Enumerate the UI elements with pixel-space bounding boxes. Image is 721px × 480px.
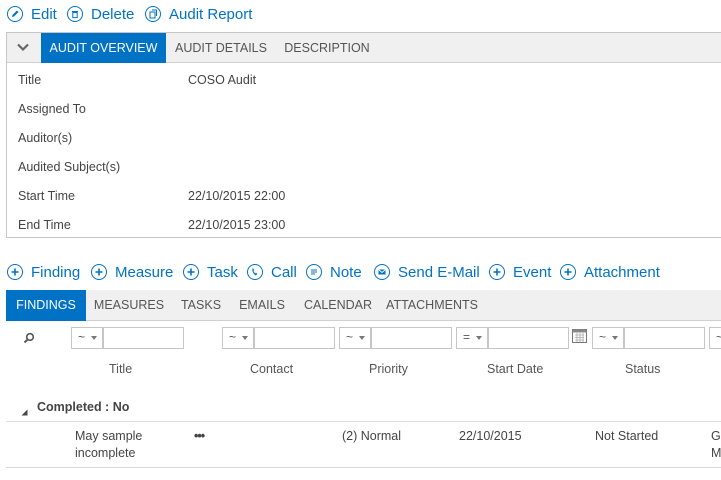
field-label-audited-subjects: Audited Subject(s) xyxy=(18,160,121,174)
filter-op-text: ~ xyxy=(599,330,607,344)
filter-op-text: ~ xyxy=(346,330,354,344)
row-menu-ellipsis-icon[interactable]: ••• xyxy=(194,429,205,443)
tab-measures[interactable]: MEASURES xyxy=(86,290,172,321)
audit-tab-bar: AUDIT OVERVIEW AUDIT DETAILS DESCRIPTION xyxy=(7,33,721,63)
status-filter-input[interactable] xyxy=(624,327,705,349)
finding-label: Finding xyxy=(31,264,81,281)
send-email-label: Send E-Mail xyxy=(398,264,480,281)
plus-icon xyxy=(560,264,576,280)
tab-findings[interactable]: FINDINGS xyxy=(6,290,86,321)
collapse-chevron-icon[interactable] xyxy=(16,40,30,59)
filter-op-text: = xyxy=(463,330,471,344)
title-filter-operator[interactable]: ~ xyxy=(71,327,103,349)
task-label: Task xyxy=(207,264,238,281)
plus-icon xyxy=(489,264,505,280)
field-label-end-time: End Time xyxy=(18,218,71,232)
dropdown-arrow-icon xyxy=(91,336,97,340)
field-label-title: Title xyxy=(18,73,42,87)
tab-attachments[interactable]: ATTACHMENTS xyxy=(382,290,482,321)
group-label: Completed : No xyxy=(37,400,130,414)
envelope-icon xyxy=(374,264,390,280)
column-header-title[interactable]: Title xyxy=(109,362,132,376)
field-value-start-time: 22/10/2015 22:00 xyxy=(188,189,286,203)
pencil-icon xyxy=(7,6,23,22)
row-divider xyxy=(6,421,721,422)
table-bottom-border xyxy=(6,467,721,468)
event-label: Event xyxy=(513,264,552,281)
status-filter-operator[interactable]: ~ xyxy=(592,327,624,349)
tab-description[interactable]: DESCRIPTION xyxy=(276,33,378,63)
calendar-icon[interactable] xyxy=(572,328,587,348)
tab-audit-details[interactable]: AUDIT DETAILS xyxy=(166,33,276,63)
dropdown-arrow-icon xyxy=(612,336,618,340)
collapse-triangle-icon xyxy=(21,403,28,421)
title-filter-input[interactable] xyxy=(103,327,184,349)
attachment-label: Attachment xyxy=(584,264,660,281)
filter-op-text: ~ xyxy=(716,330,721,344)
tab-emails[interactable]: EMAILS xyxy=(230,290,294,321)
row-status: Not Started xyxy=(595,429,659,443)
field-label-assigned-to: Assigned To xyxy=(18,102,86,116)
plus-icon xyxy=(7,264,23,280)
measure-label: Measure xyxy=(115,264,174,281)
start-date-filter-operator[interactable]: = xyxy=(456,327,488,349)
tab-calendar[interactable]: CALENDAR xyxy=(294,290,382,321)
delete-label: Delete xyxy=(91,6,135,23)
row-extra-link-2[interactable]: M xyxy=(711,446,721,460)
report-icon xyxy=(145,6,161,22)
dropdown-arrow-icon xyxy=(359,336,365,340)
column-header-contact[interactable]: Contact xyxy=(250,362,293,376)
start-date-filter-input[interactable] xyxy=(488,327,569,349)
field-label-auditors: Auditor(s) xyxy=(18,131,73,145)
column-header-start-date[interactable]: Start Date xyxy=(487,362,543,376)
field-label-start-time: Start Time xyxy=(18,189,75,203)
findings-tab-bar: FINDINGS MEASURES TASKS EMAILS CALENDAR … xyxy=(6,290,721,321)
filter-op-text: ~ xyxy=(229,330,237,344)
call-label: Call xyxy=(271,264,297,281)
row-priority: (2) Normal xyxy=(342,429,402,443)
search-icon xyxy=(23,331,35,349)
priority-filter-input[interactable] xyxy=(371,327,452,349)
row-title-line2[interactable]: incomplete xyxy=(75,446,135,460)
tab-tasks[interactable]: TASKS xyxy=(172,290,230,321)
contact-filter-input[interactable] xyxy=(254,327,335,349)
edit-label: Edit xyxy=(31,6,57,23)
tab-audit-overview[interactable]: AUDIT OVERVIEW xyxy=(41,33,166,63)
column-header-status[interactable]: Status xyxy=(625,362,660,376)
note-label: Note xyxy=(330,264,362,281)
trash-icon xyxy=(67,6,83,22)
field-value-title: COSO Audit xyxy=(188,73,257,87)
row-extra-link-1[interactable]: G xyxy=(711,429,721,443)
phone-icon xyxy=(247,264,263,280)
extra-filter-operator[interactable]: ~ xyxy=(709,327,721,349)
audit-panel: AUDIT OVERVIEW AUDIT DETAILS DESCRIPTION… xyxy=(6,32,721,238)
column-header-priority[interactable]: Priority xyxy=(369,362,408,376)
row-start-date: 22/10/2015 xyxy=(459,429,522,443)
plus-icon xyxy=(91,264,107,280)
plus-icon xyxy=(183,264,199,280)
field-value-end-time: 22/10/2015 23:00 xyxy=(188,218,286,232)
note-icon xyxy=(306,264,322,280)
contact-filter-operator[interactable]: ~ xyxy=(222,327,254,349)
row-title-line1[interactable]: May sample xyxy=(75,429,142,443)
dropdown-arrow-icon xyxy=(242,336,248,340)
dropdown-arrow-icon xyxy=(476,336,482,340)
priority-filter-operator[interactable]: ~ xyxy=(339,327,371,349)
audit-report-label: Audit Report xyxy=(169,6,253,23)
filter-op-text: ~ xyxy=(78,330,86,344)
